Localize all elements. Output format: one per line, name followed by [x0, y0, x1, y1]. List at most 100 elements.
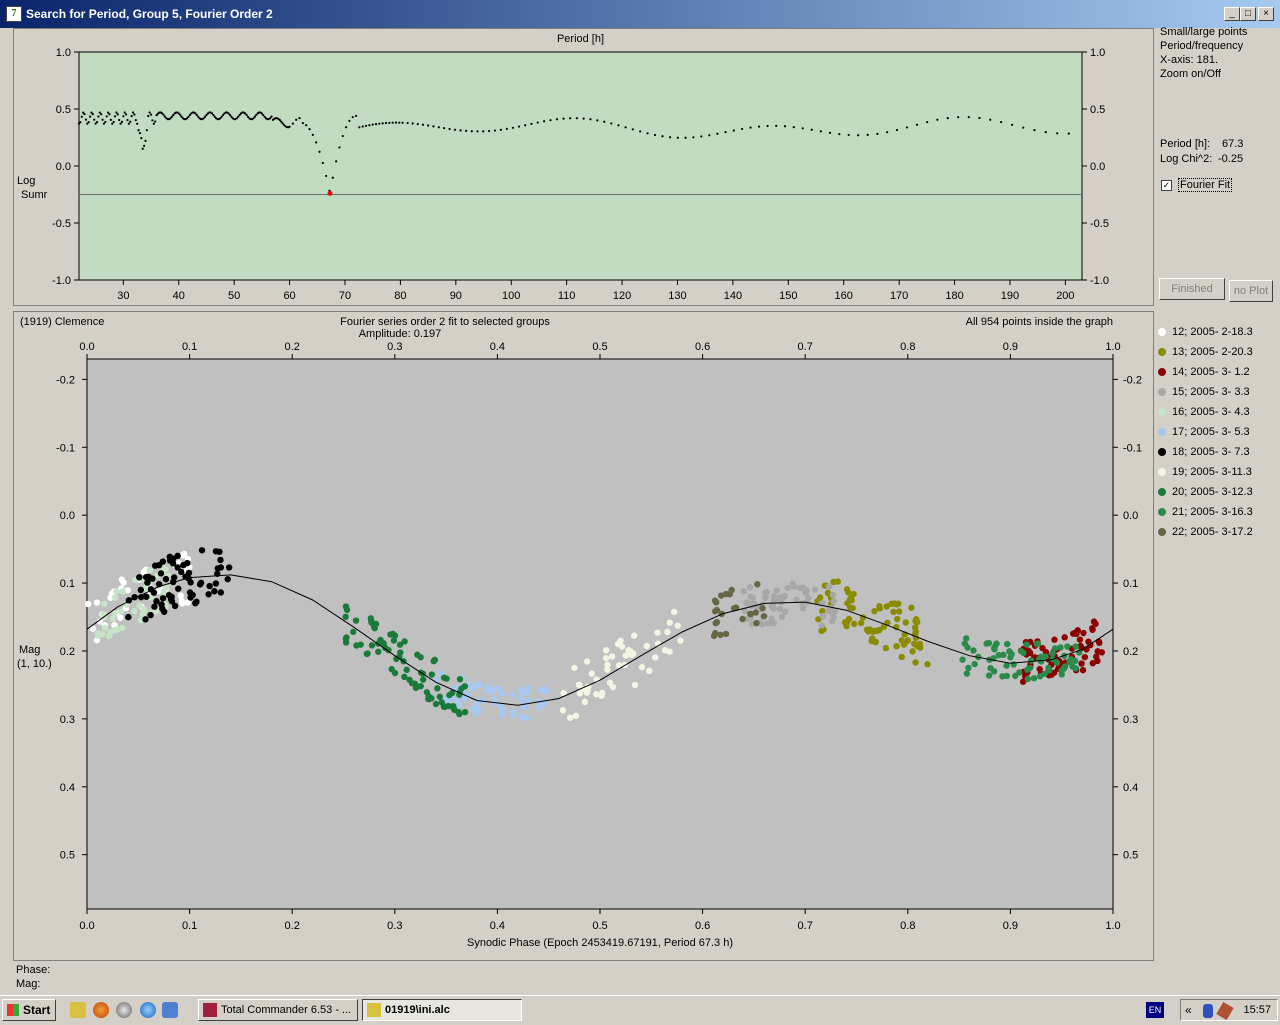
data-point: [866, 626, 874, 633]
legend-label: 20; 2005- 3-12.3: [1172, 486, 1253, 498]
points-note: All 954 points inside the graph: [966, 316, 1113, 328]
desktop-icon[interactable]: [162, 1002, 178, 1018]
legend-swatch: [1158, 408, 1166, 416]
data-point: [357, 641, 364, 648]
data-point: [674, 622, 681, 629]
x-tick-label: 160: [835, 290, 853, 302]
y-tick-label: 0.1: [60, 578, 75, 590]
data-point: [608, 653, 616, 660]
task-ini-alc[interactable]: 01919\ini.alc: [362, 999, 522, 1021]
internet-explorer-icon[interactable]: [140, 1002, 156, 1018]
data-point: [436, 693, 443, 700]
data-point: [253, 115, 257, 118]
y-axis-label: (1, 10.): [17, 658, 52, 670]
language-indicator[interactable]: EN: [1146, 1002, 1164, 1018]
data-point: [740, 588, 748, 595]
data-point: [187, 579, 194, 586]
data-point: [869, 635, 876, 642]
data-point: [1072, 643, 1079, 650]
data-point: [666, 619, 673, 626]
y-tick-label: 0.2: [60, 646, 75, 658]
data-point: [93, 599, 101, 606]
legend-item: 15; 2005- 3- 3.3: [1158, 382, 1253, 402]
data-point: [1053, 659, 1061, 666]
data-point: [443, 127, 446, 130]
data-point: [490, 694, 498, 702]
firefox-icon[interactable]: [93, 1002, 109, 1018]
x-tick-label: 80: [394, 290, 406, 302]
legend-swatch: [1158, 388, 1166, 396]
data-point: [101, 600, 108, 608]
data-point: [351, 116, 354, 119]
data-point: [217, 556, 224, 564]
data-point: [987, 664, 994, 672]
data-point: [131, 111, 135, 114]
app-icon: [367, 1003, 381, 1017]
data-point: [819, 613, 827, 620]
y-tick-label: -0.5: [1090, 218, 1109, 230]
y-tick-label: 0.0: [56, 161, 71, 173]
lightcurve-chart: (1919) Clemence Fourier series order 2 fi…: [17, 316, 1142, 949]
data-point: [871, 608, 878, 615]
data-point: [211, 588, 218, 595]
data-point: [152, 122, 155, 125]
data-point: [763, 588, 771, 596]
data-point: [179, 113, 182, 116]
data-point: [1049, 650, 1056, 657]
data-point: [461, 683, 469, 690]
tray-app-icon[interactable]: [1203, 1004, 1213, 1018]
data-point: [95, 120, 99, 124]
data-point: [148, 111, 151, 114]
data-point: [109, 118, 112, 121]
data-point: [965, 664, 972, 672]
data-point: [495, 684, 502, 692]
data-point: [129, 120, 132, 123]
data-point: [753, 619, 760, 627]
tray-expand-icon[interactable]: «: [1185, 1003, 1192, 1017]
y-tick-label: 1.0: [56, 47, 71, 59]
data-point: [1033, 129, 1036, 132]
data-point: [971, 660, 978, 668]
data-point: [338, 146, 341, 149]
task-label: 01919\ini.alc: [385, 1004, 450, 1016]
chart-title: Fourier series order 2 fit to selected g…: [340, 316, 550, 328]
data-point: [810, 128, 813, 131]
data-point: [99, 630, 106, 638]
data-point: [904, 637, 912, 644]
legend-label: 22; 2005- 3-17.2: [1172, 526, 1253, 538]
data-point: [1061, 634, 1068, 641]
task-total-commander[interactable]: Total Commander 6.53 - ...: [198, 999, 358, 1021]
start-button[interactable]: Start: [2, 999, 56, 1021]
data-point: [895, 128, 899, 132]
data-point: [967, 116, 970, 119]
data-point: [1026, 649, 1034, 657]
tray-rocket-icon[interactable]: [1216, 1001, 1234, 1021]
legend-label: 21; 2005- 3-16.3: [1172, 506, 1253, 518]
data-point: [555, 118, 559, 121]
data-point: [440, 703, 448, 710]
data-point: [111, 122, 114, 125]
charts-canvas[interactable]: Period [h] Log Sumr 1.0 1.0 0.5 0.5 0.0 0.0 -0.5 -…: [0, 0, 1280, 995]
data-point: [575, 117, 578, 120]
data-point: [228, 113, 232, 117]
y-tick-label: 0.3: [60, 714, 75, 726]
data-point: [295, 118, 298, 121]
data-point: [178, 597, 185, 605]
x-tick-label: 0.5: [592, 341, 607, 353]
data-point: [524, 124, 527, 127]
data-point: [970, 647, 977, 654]
data-point: [144, 139, 147, 142]
data-point: [358, 126, 361, 129]
data-point: [476, 130, 479, 133]
data-point: [342, 635, 350, 643]
data-point: [669, 136, 672, 139]
data-point: [936, 118, 939, 121]
app-shortcut-icon[interactable]: [70, 1002, 86, 1018]
data-point: [684, 136, 687, 139]
data-point: [566, 714, 574, 721]
legend-item: 13; 2005- 2-20.3: [1158, 342, 1253, 362]
browser-icon[interactable]: [116, 1002, 132, 1018]
data-point: [825, 583, 833, 590]
data-point: [341, 134, 344, 138]
data-point: [652, 654, 659, 661]
